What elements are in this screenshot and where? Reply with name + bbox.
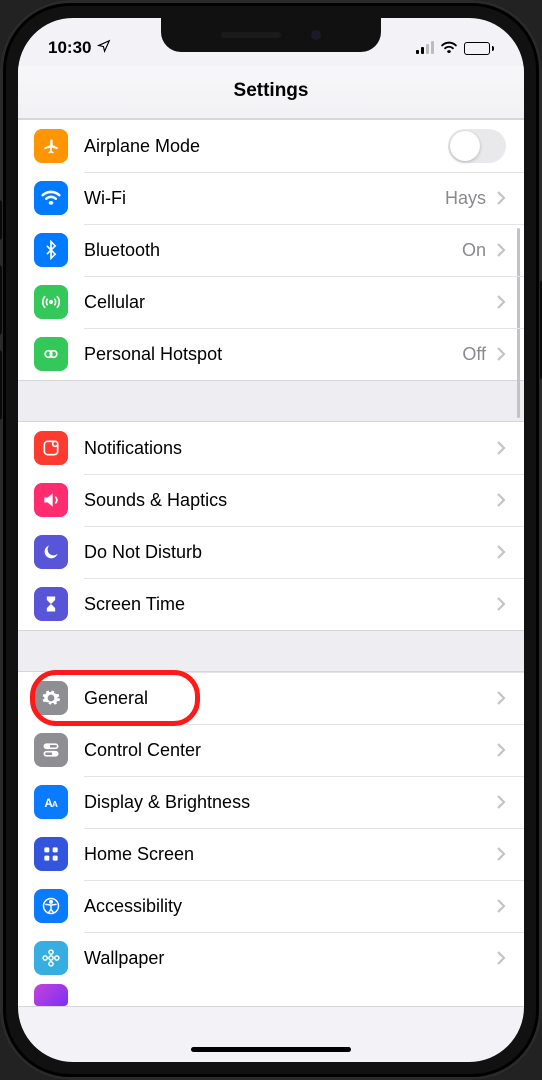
row-label: General	[84, 688, 496, 709]
chevron-right-icon	[496, 346, 506, 362]
row-label: Do Not Disturb	[84, 542, 496, 563]
svg-text:A: A	[52, 799, 58, 809]
location-icon	[97, 38, 111, 58]
row-label: Cellular	[84, 292, 496, 313]
row-label: Personal Hotspot	[84, 344, 462, 365]
hourglass-icon	[34, 587, 68, 621]
text-size-icon: AA	[34, 785, 68, 819]
chevron-right-icon	[496, 596, 506, 612]
row-label: Control Center	[84, 740, 496, 761]
row-partial[interactable]	[18, 984, 524, 1006]
accessibility-icon	[34, 889, 68, 923]
settings-group-general: General Control Center AA Display & Brig…	[18, 671, 524, 1007]
row-home-screen[interactable]: Home Screen	[18, 828, 524, 880]
row-hotspot[interactable]: Personal Hotspot Off	[18, 328, 524, 380]
row-label: Notifications	[84, 438, 496, 459]
signal-icon	[416, 42, 434, 54]
row-general[interactable]: General	[18, 672, 524, 724]
row-label: Accessibility	[84, 896, 496, 917]
row-control-center[interactable]: Control Center	[18, 724, 524, 776]
moon-icon	[34, 535, 68, 569]
wifi-icon	[34, 181, 68, 215]
speaker-icon	[34, 483, 68, 517]
notifications-icon	[34, 431, 68, 465]
settings-group-connectivity: Airplane Mode Wi-Fi Hays Bluetooth On	[18, 119, 524, 381]
row-label: Wi-Fi	[84, 188, 445, 209]
grid-icon	[34, 837, 68, 871]
chevron-right-icon	[496, 440, 506, 456]
row-notifications[interactable]: Notifications	[18, 422, 524, 474]
row-label: Sounds & Haptics	[84, 490, 496, 511]
chevron-right-icon	[496, 294, 506, 310]
chevron-right-icon	[496, 846, 506, 862]
chevron-right-icon	[496, 190, 506, 206]
bluetooth-icon	[34, 233, 68, 267]
row-label: Bluetooth	[84, 240, 462, 261]
row-label: Screen Time	[84, 594, 496, 615]
flower-icon	[34, 941, 68, 975]
chevron-right-icon	[496, 544, 506, 560]
row-bluetooth[interactable]: Bluetooth On	[18, 224, 524, 276]
chevron-right-icon	[496, 950, 506, 966]
row-display[interactable]: AA Display & Brightness	[18, 776, 524, 828]
chevron-right-icon	[496, 742, 506, 758]
row-label: Home Screen	[84, 844, 496, 865]
row-cellular[interactable]: Cellular	[18, 276, 524, 328]
row-value: Hays	[445, 188, 486, 209]
row-airplane-mode[interactable]: Airplane Mode	[18, 120, 524, 172]
chevron-right-icon	[496, 492, 506, 508]
row-wallpaper[interactable]: Wallpaper	[18, 932, 524, 984]
row-label: Wallpaper	[84, 948, 496, 969]
chevron-right-icon	[496, 242, 506, 258]
row-sounds[interactable]: Sounds & Haptics	[18, 474, 524, 526]
airplane-toggle[interactable]	[448, 129, 506, 163]
row-wifi[interactable]: Wi-Fi Hays	[18, 172, 524, 224]
home-indicator[interactable]	[191, 1047, 351, 1052]
gear-icon	[34, 681, 68, 715]
settings-group-notifications: Notifications Sounds & Haptics Do Not Di…	[18, 421, 524, 631]
status-time: 10:30	[48, 38, 91, 58]
row-accessibility[interactable]: Accessibility	[18, 880, 524, 932]
hotspot-icon	[34, 337, 68, 371]
antenna-icon	[34, 285, 68, 319]
wifi-status-icon	[440, 38, 458, 58]
row-label: Display & Brightness	[84, 792, 496, 813]
chevron-right-icon	[496, 794, 506, 810]
row-screentime[interactable]: Screen Time	[18, 578, 524, 630]
siri-icon	[34, 984, 68, 1006]
page-title: Settings	[18, 66, 524, 119]
chevron-right-icon	[496, 690, 506, 706]
row-label: Airplane Mode	[84, 136, 448, 157]
battery-icon	[464, 42, 494, 55]
row-value: On	[462, 240, 486, 261]
row-value: Off	[462, 344, 486, 365]
row-dnd[interactable]: Do Not Disturb	[18, 526, 524, 578]
chevron-right-icon	[496, 898, 506, 914]
switches-icon	[34, 733, 68, 767]
airplane-icon	[34, 129, 68, 163]
